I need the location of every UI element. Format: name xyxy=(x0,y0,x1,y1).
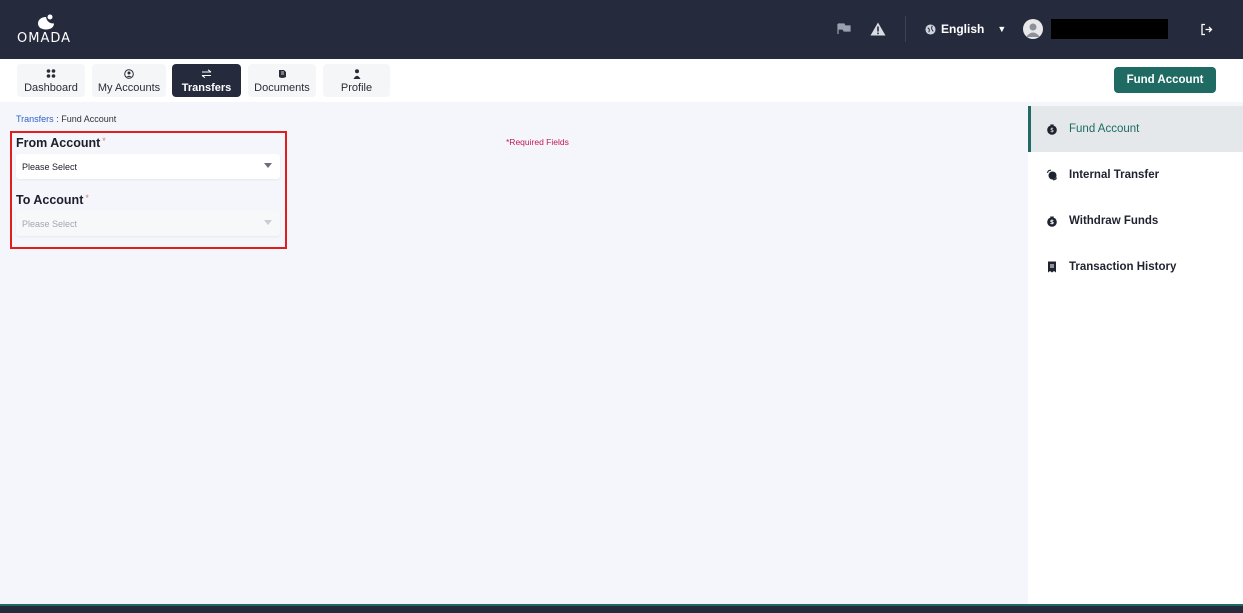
to-account-value: Please Select xyxy=(22,218,78,229)
main-nav: Dashboard My Accounts Transfers Document… xyxy=(0,59,1243,102)
receipt-icon xyxy=(1045,260,1059,274)
tab-dashboard[interactable]: Dashboard xyxy=(17,64,85,97)
language-selector[interactable]: English ▼ xyxy=(925,19,1006,39)
money-bag-icon: $ xyxy=(1045,214,1059,228)
tab-profile[interactable]: Profile xyxy=(323,64,390,97)
chevron-down-icon xyxy=(264,220,272,225)
top-bar: OMADA English ▼ xyxy=(0,0,1243,59)
sidebar-item-label: Transaction History xyxy=(1069,261,1177,273)
fund-account-button[interactable]: Fund Account xyxy=(1114,67,1216,93)
tab-label: Documents xyxy=(254,81,310,94)
svg-text:$: $ xyxy=(1050,219,1054,226)
documents-icon xyxy=(277,68,287,80)
from-account-select[interactable]: Please Select xyxy=(16,154,280,179)
exchange-icon xyxy=(1045,168,1059,182)
transfers-sidebar: $ Fund Account Internal Transfer $ Withd… xyxy=(1028,106,1243,604)
grid-icon xyxy=(46,68,56,80)
tab-label: Profile xyxy=(340,81,373,94)
logo-text: OMADA xyxy=(17,31,72,46)
tab-documents[interactable]: Documents xyxy=(248,64,316,97)
footer-bar xyxy=(0,604,1243,613)
warning-icon[interactable] xyxy=(868,19,888,39)
language-label: English xyxy=(941,22,985,36)
breadcrumb: Transfers : Fund Account xyxy=(16,114,116,124)
required-star: * xyxy=(102,136,106,146)
sidebar-item-label: Internal Transfer xyxy=(1069,169,1160,181)
logo-mark-icon xyxy=(38,14,54,30)
user-circle-icon xyxy=(124,68,134,80)
from-account-label: From Account * xyxy=(16,136,106,150)
breadcrumb-link-transfers[interactable]: Transfers xyxy=(16,114,54,124)
money-bag-icon: $ xyxy=(1045,122,1059,136)
to-account-select[interactable]: Please Select xyxy=(16,211,280,236)
required-fields-note: *Required Fields xyxy=(506,137,569,147)
avatar[interactable] xyxy=(1023,19,1043,39)
svg-text:$: $ xyxy=(1050,127,1054,134)
to-account-label-text: To Account xyxy=(16,193,84,207)
person-icon xyxy=(353,68,361,80)
chevron-down-icon: ▼ xyxy=(997,24,1007,34)
from-account-value: Please Select xyxy=(22,161,78,172)
topbar-divider xyxy=(905,16,906,42)
sidebar-item-label: Fund Account xyxy=(1069,123,1140,135)
from-account-label-text: From Account xyxy=(16,136,101,150)
tab-label: My Accounts xyxy=(97,81,161,94)
flag-icon[interactable] xyxy=(834,19,854,39)
tab-transfers[interactable]: Transfers xyxy=(172,64,241,97)
required-star: * xyxy=(85,193,89,203)
tab-my-accounts[interactable]: My Accounts xyxy=(92,64,166,97)
sidebar-item-fund-account[interactable]: $ Fund Account xyxy=(1028,106,1243,152)
sidebar-item-transaction-history[interactable]: Transaction History xyxy=(1028,244,1243,290)
sidebar-item-internal-transfer[interactable]: Internal Transfer xyxy=(1028,152,1243,198)
chevron-down-icon xyxy=(264,163,272,168)
breadcrumb-current: Fund Account xyxy=(61,114,117,124)
logout-icon[interactable] xyxy=(1196,19,1216,39)
omada-logo[interactable]: OMADA xyxy=(17,12,77,48)
globe-icon xyxy=(925,23,936,35)
to-account-label: To Account * xyxy=(16,193,89,207)
tab-label: Transfers xyxy=(181,81,232,94)
tab-label: Dashboard xyxy=(24,81,78,94)
transfer-arrows-icon xyxy=(201,68,212,80)
sidebar-item-withdraw-funds[interactable]: $ Withdraw Funds xyxy=(1028,198,1243,244)
sidebar-item-label: Withdraw Funds xyxy=(1069,215,1159,227)
username-redacted xyxy=(1051,19,1168,39)
